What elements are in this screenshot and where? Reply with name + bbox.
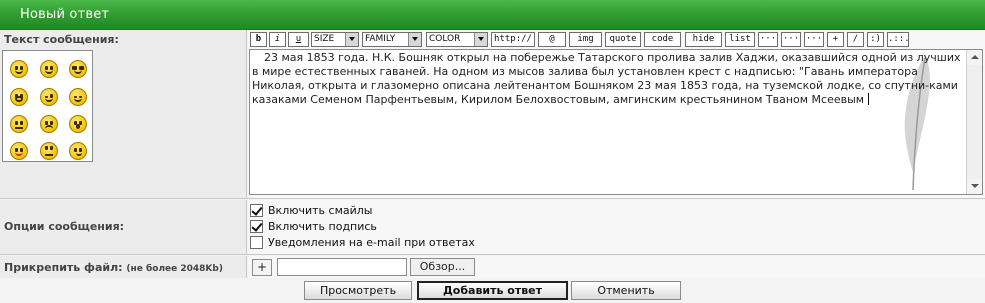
add-file-button[interactable]: + <box>252 259 272 276</box>
file-input[interactable] <box>277 258 407 276</box>
extra-button-1[interactable]: ··· <box>758 32 778 47</box>
italic-button[interactable]: i <box>269 32 286 47</box>
email-button[interactable]: @ <box>538 32 566 47</box>
options-row: Опции сообщения: Включить смайлы Включит… <box>0 200 985 255</box>
more-button[interactable]: .::. <box>887 32 909 47</box>
page-title: Новый ответ <box>20 7 110 22</box>
img-button[interactable]: img <box>569 32 602 47</box>
shocked-icon[interactable] <box>69 115 87 133</box>
attach-row: Прикрепить файл: (не более 2048Kb) + Обз… <box>0 256 985 279</box>
plus-button[interactable]: + <box>827 32 844 47</box>
scroll-down-icon[interactable] <box>967 179 982 194</box>
reply-header: Новый ответ <box>0 0 985 30</box>
attach-limit: (не более 2048Kb) <box>126 264 223 274</box>
family-select-value: FAMILY <box>365 34 396 44</box>
slash-button[interactable]: / <box>847 32 864 47</box>
smile-button[interactable]: :) <box>867 32 884 47</box>
hide-button[interactable]: hide <box>685 32 722 47</box>
attach-label-cell: Прикрепить файл: (не более 2048Kb) <box>0 256 247 278</box>
preview-button[interactable]: Просмотреть <box>304 281 412 300</box>
underline-button[interactable]: u <box>288 32 309 47</box>
options-label: Опции сообщения: <box>4 220 125 233</box>
message-text-content: 23 мая 1853 года. Н.К. Бошняк открыл на … <box>252 51 961 106</box>
blush-icon[interactable] <box>69 142 87 160</box>
option-signature-label: Включить подпись <box>268 220 377 233</box>
message-label-cell: Текст сообщения: <box>0 30 247 198</box>
option-smilies-label: Включить смайлы <box>268 204 373 217</box>
signature-checkbox[interactable] <box>250 220 263 233</box>
message-textarea[interactable]: 23 мая 1853 года. Н.К. Бошняк открыл на … <box>249 49 983 195</box>
options-label-cell: Опции сообщения: <box>0 200 247 254</box>
rolleyes-icon[interactable] <box>40 142 58 160</box>
family-select[interactable]: FAMILY <box>362 32 422 47</box>
bold-button[interactable]: b <box>250 32 267 47</box>
cool-icon[interactable] <box>69 60 87 78</box>
grin-icon[interactable] <box>40 60 58 78</box>
message-editor-cell: b i u SIZE FAMILY COLOR http:// @ img qu… <box>248 30 985 198</box>
reply-form: Текст сообщения: b i u SIZE FAMILY COLOR… <box>0 30 985 303</box>
color-select-value: COLOR <box>429 34 461 44</box>
attach-cell: + Обзор... <box>248 256 985 278</box>
quote-button[interactable]: quote <box>605 32 641 47</box>
attach-label: Прикрепить файл: (не более 2048Kb) <box>4 261 223 274</box>
tongue-icon[interactable] <box>10 142 28 160</box>
attach-label-text: Прикрепить файл: <box>4 261 123 274</box>
smile-icon[interactable] <box>10 60 28 78</box>
options-cell: Включить смайлы Включить подпись Уведомл… <box>248 200 985 254</box>
color-select[interactable]: COLOR <box>426 32 488 47</box>
confused-icon[interactable] <box>10 115 28 133</box>
list-button[interactable]: list <box>725 32 755 47</box>
option-email-notify-label: Уведомления на e-mail при ответах <box>268 236 475 249</box>
wink-icon[interactable] <box>40 88 58 106</box>
email-notify-checkbox[interactable] <box>250 236 263 249</box>
message-text: 23 мая 1853 года. Н.К. Бошняк открыл на … <box>252 51 964 107</box>
submit-reply-button[interactable]: Добавить ответ <box>417 281 568 300</box>
size-select[interactable]: SIZE <box>311 32 359 47</box>
form-actions: Просмотреть Добавить ответ Отменить <box>0 278 985 303</box>
url-button[interactable]: http:// <box>491 32 535 47</box>
text-caret <box>868 93 870 105</box>
chevron-down-icon <box>408 33 421 46</box>
chevron-down-icon <box>474 33 487 46</box>
message-label: Текст сообщения: <box>4 33 119 46</box>
smilies-panel <box>2 50 93 162</box>
size-select-value: SIZE <box>314 34 335 44</box>
cancel-button[interactable]: Отменить <box>571 281 681 300</box>
crazy-icon[interactable] <box>10 88 28 106</box>
happy-icon[interactable] <box>69 88 87 106</box>
message-row: Текст сообщения: b i u SIZE FAMILY COLOR… <box>0 30 985 199</box>
extra-button-2[interactable]: ··· <box>781 32 801 47</box>
chevron-down-icon <box>345 33 358 46</box>
sad-icon[interactable] <box>40 115 58 133</box>
browse-button[interactable]: Обзор... <box>410 258 475 276</box>
scroll-up-icon[interactable] <box>967 50 982 65</box>
code-button[interactable]: code <box>644 32 681 47</box>
extra-button-3[interactable]: ··· <box>804 32 824 47</box>
smilies-checkbox[interactable] <box>250 204 263 217</box>
textarea-scrollbar[interactable] <box>966 50 982 194</box>
